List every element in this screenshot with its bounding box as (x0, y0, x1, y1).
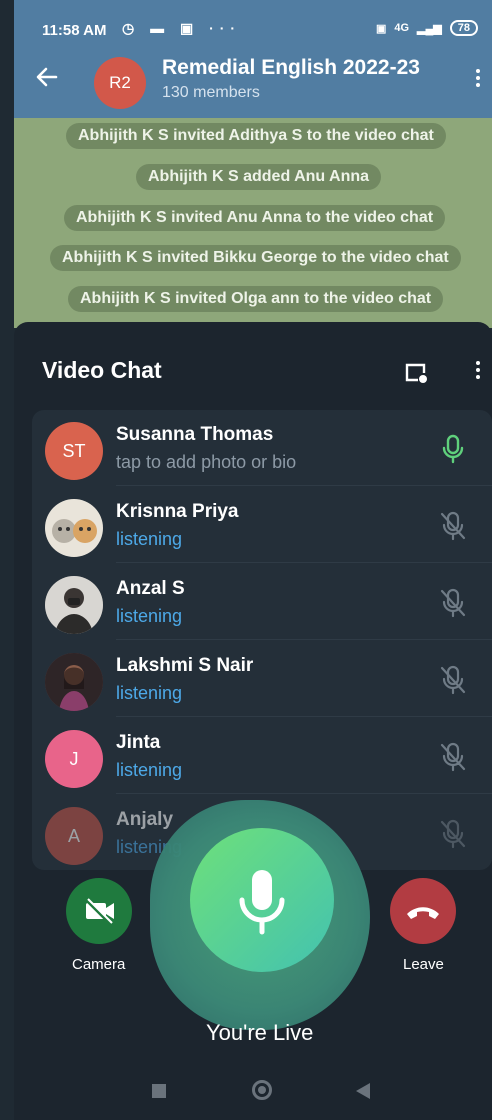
back-icon[interactable] (34, 64, 64, 94)
screen-share-icon[interactable] (404, 362, 428, 384)
home-nav-icon[interactable] (252, 1080, 272, 1100)
service-message: Abhijith K S invited Anu Anna to the vid… (64, 205, 446, 231)
participant-name: Krisnna Priya (116, 501, 239, 522)
divider (116, 716, 492, 717)
participant-row[interactable]: ST Susanna Thomas tap to add photo or bi… (32, 410, 492, 486)
participant-name: Lakshmi S Nair (116, 655, 254, 676)
participant-name: Jinta (116, 732, 161, 753)
microphone-icon[interactable] (440, 434, 466, 464)
video-chat-menu-icon[interactable] (470, 358, 486, 388)
battery-indicator: 78 (449, 20, 478, 36)
group-title[interactable]: Remedial English 2022-23 (162, 56, 420, 80)
chat-background: Abhijith K S invited Adithya S to the vi… (14, 118, 492, 328)
mute-toggle-button[interactable] (190, 828, 334, 972)
status-time: 11:58 AM (42, 22, 107, 39)
live-status-label: You're Live (206, 1020, 314, 1045)
microphone-muted-icon[interactable] (440, 819, 466, 849)
participant-row[interactable]: Krisnna Priya listening (32, 487, 492, 563)
participant-status: listening (116, 760, 183, 780)
divider (116, 639, 492, 640)
signal-icon: ▂▄▆ (417, 22, 442, 35)
microphone-muted-icon[interactable] (440, 588, 466, 618)
volte-icon: ▣ (375, 22, 387, 35)
more-vertical-icon[interactable] (470, 66, 486, 96)
participant-status: tap to add photo or bio (116, 452, 297, 472)
participant-name: Anzal S (116, 578, 185, 599)
microphone-icon (239, 870, 285, 935)
avatar: J (45, 730, 103, 788)
service-message: Abhijith K S invited Adithya S to the vi… (66, 123, 446, 149)
participant-name: Susanna Thomas (116, 424, 274, 445)
service-message: Abhijith K S invited Bikku George to the… (50, 245, 461, 271)
avatar: ST (45, 422, 103, 480)
leave-label: Leave (403, 956, 444, 973)
hang-up-icon (407, 907, 439, 919)
avatar (45, 653, 103, 711)
network-indicator: 4G (394, 22, 410, 34)
microphone-muted-icon[interactable] (440, 665, 466, 695)
status-right: ▣ 4G ▂▄▆ 78 (376, 20, 478, 36)
group-avatar[interactable]: R2 (94, 57, 146, 109)
service-message: Abhijith K S added Anu Anna (136, 164, 382, 190)
status-bar: 11:58 AM ◷ ▬ ▣ ··· ▣ 4G ▂▄▆ 78 (14, 0, 492, 40)
participant-name: Anjaly (116, 809, 174, 830)
video-off-icon (85, 898, 114, 926)
video-chat-title: Video Chat (42, 357, 162, 383)
recents-nav-icon[interactable] (152, 1084, 166, 1098)
avatar (45, 576, 103, 634)
divider (116, 485, 492, 486)
participant-row[interactable]: Lakshmi S Nair listening (32, 641, 492, 717)
avatar: A (45, 807, 103, 865)
participant-row[interactable]: Anzal S listening (32, 564, 492, 640)
participant-status: listening (116, 529, 183, 549)
participant-status: listening (116, 606, 183, 626)
notification-icons: ◷ ▬ ▣ ··· (122, 20, 242, 36)
service-message: Abhijith K S invited Olga ann to the vid… (68, 286, 444, 312)
participant-row[interactable]: J Jinta listening (32, 718, 492, 794)
avatar (45, 499, 103, 557)
back-nav-icon[interactable] (356, 1083, 370, 1099)
divider (116, 562, 492, 563)
group-member-count: 130 members (162, 84, 260, 101)
microphone-muted-icon[interactable] (440, 742, 466, 772)
microphone-muted-icon[interactable] (440, 511, 466, 541)
camera-button[interactable] (66, 878, 132, 944)
leave-button[interactable] (390, 878, 456, 944)
camera-label: Camera (72, 956, 126, 973)
divider (116, 793, 492, 794)
participant-status: listening (116, 683, 183, 703)
